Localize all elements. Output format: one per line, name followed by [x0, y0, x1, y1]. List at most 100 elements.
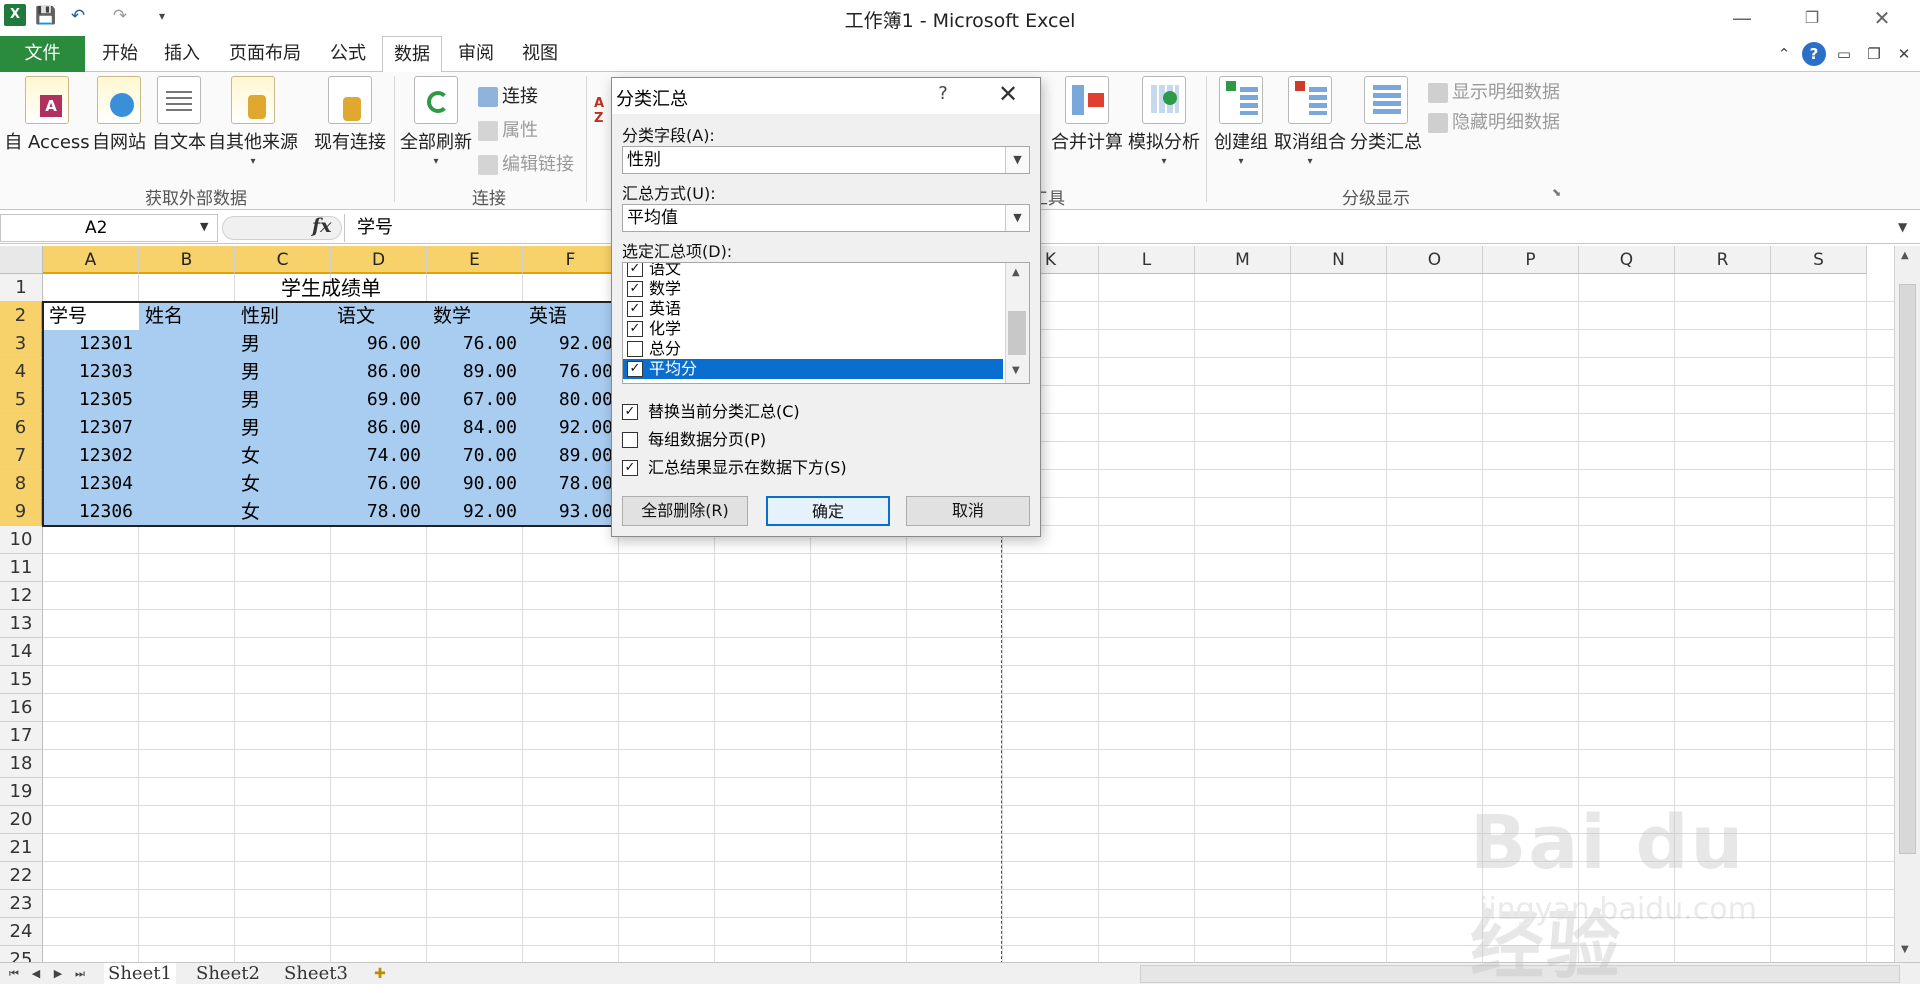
- row-header[interactable]: 17: [0, 722, 43, 750]
- select-all-corner[interactable]: [0, 246, 43, 274]
- from-web-button[interactable]: 自网站: [90, 76, 148, 154]
- page-break-option[interactable]: 每组数据分页(P): [622, 430, 766, 452]
- row-header[interactable]: 10: [0, 526, 43, 554]
- tab-review[interactable]: 审阅: [450, 36, 502, 72]
- ungroup-button[interactable]: 取消组合 ▾: [1272, 76, 1348, 167]
- subtotal-item[interactable]: 总分: [623, 339, 1003, 359]
- row-header[interactable]: 16: [0, 694, 43, 722]
- column-header[interactable]: M: [1195, 246, 1291, 274]
- subtotal-item-checkbox[interactable]: ✓: [627, 361, 643, 377]
- subtotal-item-checkbox[interactable]: ✓: [627, 321, 643, 337]
- minimize-ribbon-icon[interactable]: ⌃: [1772, 42, 1796, 66]
- row-header[interactable]: 8: [0, 470, 43, 498]
- insert-sheet-icon[interactable]: ✚: [370, 964, 390, 984]
- name-box[interactable]: A2: [0, 214, 218, 242]
- method-select[interactable]: 平均值 ▼: [622, 204, 1030, 232]
- replace-current-checkbox[interactable]: ✓: [622, 404, 638, 420]
- column-header[interactable]: L: [1099, 246, 1195, 274]
- tab-data[interactable]: 数据: [382, 36, 442, 73]
- subtotal-item[interactable]: ✓ 英语: [623, 299, 1003, 319]
- scroll-up-icon[interactable]: ▲: [1901, 250, 1909, 261]
- subtotal-item[interactable]: ✓ 化学: [623, 319, 1003, 339]
- list-scroll-up-icon[interactable]: ▲: [1012, 267, 1020, 278]
- name-box-dropdown-icon[interactable]: ▼: [200, 220, 208, 233]
- scroll-down-icon[interactable]: ▼: [1901, 944, 1909, 955]
- subtotal-item-checkbox[interactable]: ✓: [627, 301, 643, 317]
- row-header[interactable]: 11: [0, 554, 43, 582]
- column-header[interactable]: E: [427, 246, 523, 274]
- subtotal-item[interactable]: ✓ 平均分: [623, 359, 1003, 379]
- list-scroll-thumb[interactable]: [1008, 311, 1026, 355]
- row-header[interactable]: 2: [0, 302, 43, 330]
- row-header[interactable]: 25: [0, 946, 43, 962]
- tab-page-layout[interactable]: 页面布局: [218, 36, 312, 72]
- column-header[interactable]: S: [1771, 246, 1867, 274]
- row-header[interactable]: 3: [0, 330, 43, 358]
- vertical-scroll-thumb[interactable]: [1899, 284, 1916, 854]
- show-detail-button[interactable]: 显示明细数据: [1428, 78, 1560, 104]
- column-header[interactable]: P: [1483, 246, 1579, 274]
- close-window-icon[interactable]: ✕: [1862, 4, 1902, 32]
- from-access-button[interactable]: A 自 Access: [4, 76, 90, 154]
- doc-restore-icon[interactable]: ❐: [1862, 42, 1886, 66]
- tab-file[interactable]: 文件: [0, 36, 85, 72]
- refresh-all-button[interactable]: 全部刷新 ▾: [398, 76, 474, 167]
- sheet-tab-sheet2[interactable]: Sheet2: [192, 963, 264, 985]
- field-select[interactable]: 性别 ▼: [622, 146, 1030, 174]
- row-header[interactable]: 14: [0, 638, 43, 666]
- dialog-launcher-icon[interactable]: ⬊: [1552, 186, 1561, 199]
- column-header[interactable]: N: [1291, 246, 1387, 274]
- page-break-checkbox[interactable]: [622, 432, 638, 448]
- summary-below-checkbox[interactable]: ✓: [622, 460, 638, 476]
- dialog-title-bar[interactable]: 分类汇总 ? ✕: [612, 78, 1040, 114]
- next-sheet-icon[interactable]: ▶: [48, 964, 68, 984]
- sheet-tab-sheet1[interactable]: Sheet1: [104, 963, 176, 985]
- subtotal-button[interactable]: 分类汇总: [1348, 76, 1424, 154]
- tab-view[interactable]: 视图: [514, 36, 566, 72]
- column-header[interactable]: Q: [1579, 246, 1675, 274]
- subtotal-item-checkbox[interactable]: ✓: [627, 263, 643, 277]
- tab-home[interactable]: 开始: [94, 36, 146, 72]
- expand-formula-bar-icon[interactable]: ▼: [1898, 220, 1907, 234]
- list-scrollbar[interactable]: ▲ ▼: [1005, 263, 1029, 383]
- tab-insert[interactable]: 插入: [156, 36, 208, 72]
- chevron-down-icon[interactable]: ▼: [1005, 147, 1029, 173]
- prev-sheet-icon[interactable]: ◀: [26, 964, 46, 984]
- row-header[interactable]: 13: [0, 610, 43, 638]
- column-header[interactable]: F: [523, 246, 619, 274]
- row-header[interactable]: 9: [0, 498, 43, 526]
- sort-az-icon[interactable]: AZ: [594, 96, 604, 126]
- list-scroll-down-icon[interactable]: ▼: [1012, 365, 1020, 376]
- connections-button[interactable]: 连接: [478, 82, 538, 108]
- edit-links-button[interactable]: 编辑链接: [478, 150, 574, 176]
- what-if-analysis-button[interactable]: 模拟分析 ▾: [1126, 76, 1202, 167]
- restore-icon[interactable]: ❐: [1792, 4, 1832, 32]
- chevron-down-icon[interactable]: ▼: [1005, 205, 1029, 231]
- from-other-sources-button[interactable]: 自其他来源 ▾: [208, 76, 298, 167]
- first-sheet-icon[interactable]: ⏮: [4, 964, 24, 984]
- row-header[interactable]: 7: [0, 442, 43, 470]
- subtotal-item[interactable]: ✓ 语文: [623, 263, 1003, 279]
- last-sheet-icon[interactable]: ⏭: [70, 964, 90, 984]
- row-header[interactable]: 21: [0, 834, 43, 862]
- sheet-title-cell[interactable]: 学生成绩单: [43, 274, 619, 302]
- summary-below-option[interactable]: ✓ 汇总结果显示在数据下方(S): [622, 458, 847, 480]
- hide-detail-button[interactable]: 隐藏明细数据: [1428, 108, 1560, 134]
- row-header[interactable]: 22: [0, 862, 43, 890]
- doc-close-icon[interactable]: ✕: [1892, 42, 1916, 66]
- ok-button[interactable]: 确定: [766, 496, 890, 526]
- group-button[interactable]: 创建组 ▾: [1210, 76, 1272, 167]
- row-header[interactable]: 12: [0, 582, 43, 610]
- column-header[interactable]: A: [43, 246, 139, 274]
- subtotal-item[interactable]: ✓ 数学: [623, 279, 1003, 299]
- row-header[interactable]: 4: [0, 358, 43, 386]
- cancel-button[interactable]: 取消: [906, 496, 1030, 526]
- column-header[interactable]: C: [235, 246, 331, 274]
- help-icon[interactable]: ?: [1802, 42, 1826, 66]
- dialog-help-icon[interactable]: ?: [928, 83, 958, 104]
- column-header[interactable]: R: [1675, 246, 1771, 274]
- subtotal-items-list[interactable]: ✓ 语文 ✓ 数学 ✓ 英语 ✓ 化学 总分 ✓ 平均分 ▲ ▼: [622, 262, 1030, 384]
- consolidate-button[interactable]: 合并计算: [1050, 76, 1124, 154]
- row-header[interactable]: 1: [0, 274, 43, 302]
- row-header[interactable]: 23: [0, 890, 43, 918]
